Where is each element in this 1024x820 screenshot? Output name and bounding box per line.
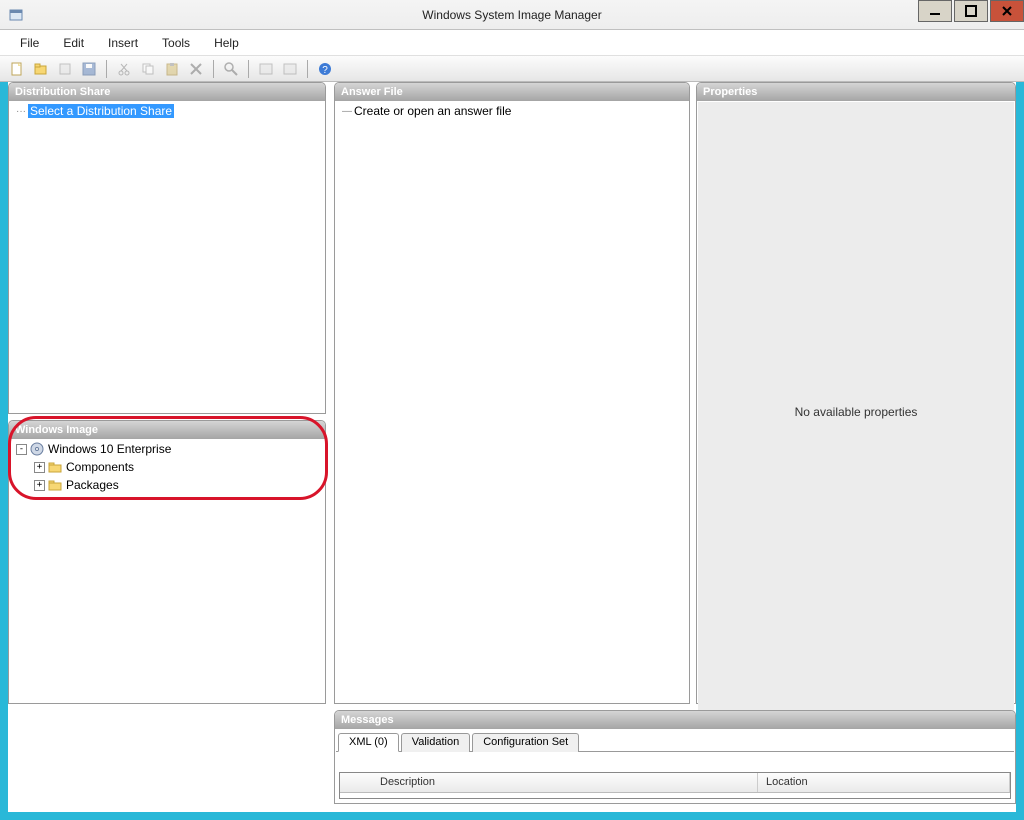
menu-bar: File Edit Insert Tools Help bbox=[0, 30, 1024, 56]
answer-file-placeholder-node[interactable]: — Create or open an answer file bbox=[336, 102, 688, 120]
answer-file-placeholder: Create or open an answer file bbox=[354, 104, 511, 118]
save-icon[interactable] bbox=[78, 58, 100, 80]
svg-text:?: ? bbox=[322, 65, 328, 76]
column-description[interactable]: Description bbox=[340, 773, 758, 792]
distribution-share-placeholder-node[interactable]: ··· Select a Distribution Share bbox=[10, 102, 324, 120]
messages-grid[interactable]: Description Location bbox=[339, 772, 1011, 799]
disc-icon bbox=[30, 442, 44, 456]
close-button[interactable] bbox=[990, 0, 1024, 22]
expander-plus-icon[interactable]: + bbox=[34, 480, 45, 491]
windows-image-header: Windows Image bbox=[9, 421, 325, 439]
title-bar: Windows System Image Manager bbox=[0, 0, 1024, 30]
app-icon bbox=[8, 7, 24, 23]
folder-icon bbox=[48, 460, 62, 474]
messages-grid-header: Description Location bbox=[340, 773, 1010, 793]
tree-connector-icon: ··· bbox=[16, 106, 26, 117]
windows-image-pane: Windows Image - Windows 10 Enterprise + … bbox=[8, 420, 326, 704]
window-controls bbox=[918, 0, 1024, 22]
open-folder-icon[interactable] bbox=[30, 58, 52, 80]
distribution-share-placeholder: Select a Distribution Share bbox=[28, 104, 174, 118]
windows-image-components-node[interactable]: + Components bbox=[10, 458, 324, 476]
answer-file-header: Answer File bbox=[335, 83, 689, 101]
maximize-button[interactable] bbox=[954, 0, 988, 22]
expander-plus-icon[interactable]: + bbox=[34, 462, 45, 473]
new-icon[interactable] bbox=[6, 58, 28, 80]
folder-icon bbox=[48, 478, 62, 492]
expander-minus-icon[interactable]: - bbox=[16, 444, 27, 455]
client-area: Distribution Share ··· Select a Distribu… bbox=[8, 82, 1016, 812]
toolbar-separator bbox=[213, 60, 214, 78]
distribution-share-header: Distribution Share bbox=[9, 83, 325, 101]
messages-tabs: XML (0) Validation Configuration Set bbox=[336, 730, 1014, 752]
packages-label: Packages bbox=[66, 478, 119, 492]
column-location[interactable]: Location bbox=[758, 773, 1010, 792]
windows-image-body[interactable]: - Windows 10 Enterprise + Components + P… bbox=[10, 440, 324, 702]
messages-body: XML (0) Validation Configuration Set Des… bbox=[336, 730, 1014, 802]
validate-icon[interactable] bbox=[255, 58, 277, 80]
properties-body: No available properties bbox=[698, 102, 1014, 722]
cut-icon[interactable] bbox=[113, 58, 135, 80]
properties-empty-label: No available properties bbox=[795, 405, 918, 419]
windows-image-root-label: Windows 10 Enterprise bbox=[48, 442, 171, 456]
messages-header: Messages bbox=[335, 711, 1015, 729]
toolbar-separator bbox=[248, 60, 249, 78]
delete-icon[interactable] bbox=[185, 58, 207, 80]
app-window: Windows System Image Manager File Edit I… bbox=[0, 0, 1024, 820]
copy-icon[interactable] bbox=[137, 58, 159, 80]
toolbar-separator bbox=[307, 60, 308, 78]
menu-tools[interactable]: Tools bbox=[150, 32, 202, 54]
config-set-icon[interactable] bbox=[279, 58, 301, 80]
tree-connector-icon: — bbox=[342, 106, 352, 117]
menu-insert[interactable]: Insert bbox=[96, 32, 150, 54]
answer-file-pane: Answer File — Create or open an answer f… bbox=[334, 82, 690, 704]
properties-pane: Properties No available properties bbox=[696, 82, 1016, 704]
toolbar: ? bbox=[0, 56, 1024, 82]
components-label: Components bbox=[66, 460, 134, 474]
answer-file-body[interactable]: — Create or open an answer file bbox=[336, 102, 688, 702]
windows-image-packages-node[interactable]: + Packages bbox=[10, 476, 324, 494]
help-icon[interactable]: ? bbox=[314, 58, 336, 80]
tab-configuration-set[interactable]: Configuration Set bbox=[472, 733, 579, 752]
windows-image-root-node[interactable]: - Windows 10 Enterprise bbox=[10, 440, 324, 458]
tab-validation[interactable]: Validation bbox=[401, 733, 471, 752]
toolbar-separator bbox=[106, 60, 107, 78]
properties-header: Properties bbox=[697, 83, 1015, 101]
menu-file[interactable]: File bbox=[8, 32, 51, 54]
messages-pane: Messages XML (0) Validation Configuratio… bbox=[334, 710, 1016, 804]
window-title: Windows System Image Manager bbox=[0, 8, 1024, 22]
menu-edit[interactable]: Edit bbox=[51, 32, 96, 54]
tab-xml[interactable]: XML (0) bbox=[338, 733, 399, 752]
menu-help[interactable]: Help bbox=[202, 32, 251, 54]
close-file-icon[interactable] bbox=[54, 58, 76, 80]
paste-icon[interactable] bbox=[161, 58, 183, 80]
distribution-share-pane: Distribution Share ··· Select a Distribu… bbox=[8, 82, 326, 414]
minimize-button[interactable] bbox=[918, 0, 952, 22]
find-icon[interactable] bbox=[220, 58, 242, 80]
distribution-share-body[interactable]: ··· Select a Distribution Share bbox=[10, 102, 324, 412]
